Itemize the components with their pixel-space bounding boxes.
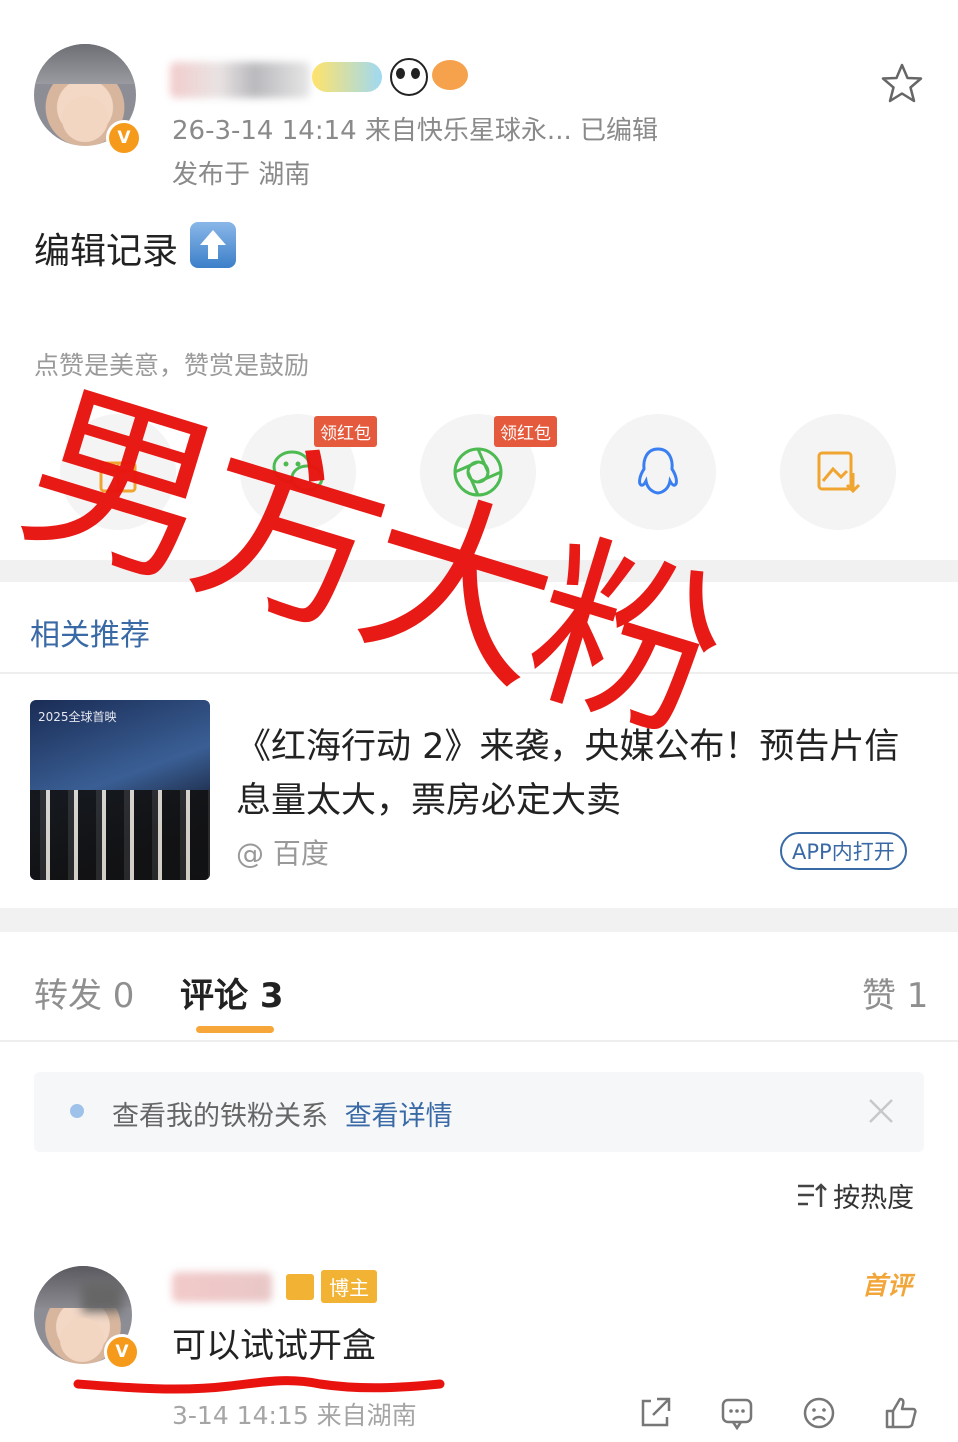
comment-bubble-icon	[721, 1398, 753, 1431]
notice-details-link[interactable]: 查看详情	[345, 1101, 453, 1132]
post-meta: 26-3-14 14:14 来自快乐星球永... 已编辑	[172, 116, 658, 146]
up-arrow-emoji-icon	[190, 222, 236, 268]
fan-relationship-notice[interactable]: 查看我的铁粉关系 查看详情	[34, 1072, 924, 1152]
author-badge: 博主	[286, 1270, 378, 1303]
commenter-verified-icon: V	[104, 1334, 140, 1370]
pen-icon	[286, 1273, 314, 1300]
related-card-source: @ 百度	[236, 837, 329, 870]
comment-text: 可以试试开盒	[172, 1326, 376, 1366]
thumbs-up-icon	[885, 1397, 917, 1429]
sort-icon	[798, 1182, 827, 1207]
section-divider	[0, 560, 958, 582]
comment-like-button[interactable]	[880, 1392, 922, 1434]
post-location: 发布于 湖南	[172, 160, 311, 190]
notice-text: 查看我的铁粉关系 查看详情	[112, 1101, 453, 1132]
related-heading: 相关推荐	[30, 618, 150, 653]
thumbnail-caption: 2025全球首映	[38, 710, 117, 724]
tab-comments[interactable]: 评论 3	[180, 968, 284, 1017]
verified-badge-icon: V	[106, 120, 142, 156]
gift-icon	[99, 461, 137, 493]
level-badge-icon	[312, 62, 382, 92]
wechat-icon	[272, 450, 324, 492]
section-divider-2	[0, 908, 958, 932]
share-qq-button[interactable]	[600, 414, 716, 530]
sort-toggle[interactable]: 按热度	[796, 1176, 914, 1215]
author-name-redacted[interactable]	[170, 62, 310, 98]
share-save-image-button[interactable]	[780, 414, 896, 530]
redpack-tag-2: 领红包	[494, 416, 557, 447]
tab-repost[interactable]: 转发 0	[34, 968, 134, 1017]
share-icon	[641, 1397, 671, 1427]
post-body-text: 编辑记录	[34, 231, 179, 272]
comment-dislike-button[interactable]	[798, 1392, 840, 1434]
comment-share-button[interactable]	[634, 1392, 676, 1434]
tabs-divider	[0, 1040, 958, 1042]
panda-emoji-icon	[390, 58, 428, 96]
fish-emoji-icon	[432, 60, 468, 90]
commenter-name-redacted[interactable]	[172, 1272, 272, 1302]
image-download-icon	[817, 451, 861, 494]
related-divider	[0, 672, 958, 674]
first-comment-tag: 首评	[862, 1271, 913, 1300]
redpack-tag-1: 领红包	[314, 416, 377, 447]
notice-dot-icon	[70, 1104, 84, 1118]
sad-face-icon	[803, 1397, 835, 1429]
open-in-app-button[interactable]: APP内打开	[780, 832, 907, 870]
tab-active-underline	[196, 1026, 274, 1033]
related-card-title: 《红海行动 2》来袭，央媒公布！预告片信息量太大，票房必定大卖	[236, 727, 900, 821]
reward-hint: 点赞是美意，赞赏是鼓励	[34, 351, 310, 380]
share-reward-button[interactable]	[60, 414, 176, 530]
comment-meta: 3-14 14:15 来自湖南	[172, 1401, 417, 1430]
favorite-star-icon[interactable]	[880, 62, 924, 106]
related-card[interactable]: 2025全球首映 《红海行动 2》来袭，央媒公布！预告片信息量太大，票房必定大卖…	[0, 676, 958, 908]
sort-label: 按热度	[833, 1183, 915, 1214]
moments-aperture-icon	[453, 447, 503, 497]
tab-likes[interactable]: 赞 1	[862, 968, 928, 1017]
qq-penguin-icon	[638, 447, 678, 495]
related-thumbnail: 2025全球首映	[30, 700, 210, 880]
comment-reply-button[interactable]	[716, 1392, 758, 1434]
close-icon[interactable]	[866, 1096, 896, 1126]
